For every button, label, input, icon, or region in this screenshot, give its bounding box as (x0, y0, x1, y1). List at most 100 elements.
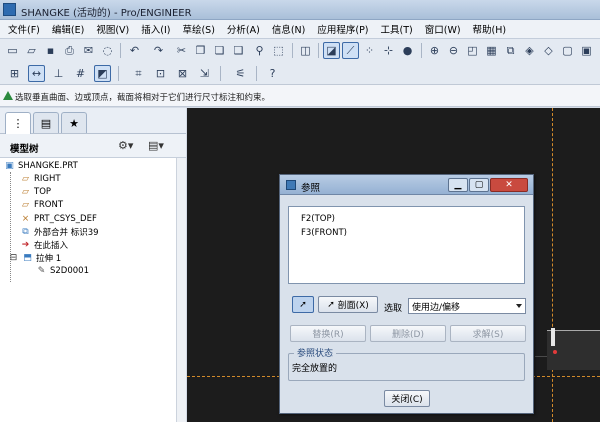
cursor-arrow-icon: ➚ (327, 299, 338, 310)
sketch-point (553, 350, 557, 354)
sketch-references-icon[interactable]: ⌗ (130, 65, 147, 82)
copy-icon[interactable]: ❐ (192, 42, 209, 59)
message-bar: 选取垂直曲面、边或顶点，截面将相对于它们进行尺寸标注和约束。 (0, 85, 600, 107)
tree-item-front[interactable]: ▱ FRONT (20, 199, 63, 211)
open-folder-icon[interactable]: ▱ (23, 42, 40, 59)
menu-edit[interactable]: 编辑(E) (46, 22, 90, 36)
toolbar-separator (220, 66, 221, 81)
reorient-icon[interactable]: ◰ (464, 42, 481, 59)
zoom-out-icon[interactable]: ⊖ (445, 42, 462, 59)
overlap-geometry-icon[interactable]: ⊡ (152, 65, 169, 82)
navigator-panel: ⋮ ▤ ★ 模型树 ⚙▾ ▤▾ ▣ SHANGKE.PRT ▱ RIGHT ▱ … (0, 108, 186, 422)
minimize-button[interactable]: ▁ (448, 178, 468, 192)
menu-tools[interactable]: 工具(T) (375, 22, 419, 36)
delete-button[interactable]: 删除(D) (370, 325, 446, 342)
tree-item-csys[interactable]: ⨯ PRT_CSYS_DEF (20, 213, 97, 225)
close-button[interactable]: 关闭(C) (384, 390, 430, 407)
references-list[interactable]: F2(TOP) F3(FRONT) (288, 206, 525, 284)
reference-status-text: 完全放置的 (292, 364, 338, 374)
menu-file[interactable]: 文件(F) (2, 22, 46, 36)
select-mode-dropdown[interactable]: 使用边/偏移 (408, 298, 526, 314)
layers-icon[interactable]: ⧉ (502, 42, 519, 59)
shaded-closed-loops-icon[interactable]: ⇲ (196, 65, 213, 82)
render-icon[interactable]: ◌ (99, 42, 116, 59)
model-tree-label: 模型树 (10, 144, 39, 155)
solve-button[interactable]: 求解(S) (450, 325, 526, 342)
cut-icon[interactable]: ✂ (173, 42, 190, 59)
highlight-open-ends-icon[interactable]: ⊠ (174, 65, 191, 82)
menu-help[interactable]: 帮助(H) (467, 22, 513, 36)
model-tree-tab-icon[interactable]: ⋮ (5, 112, 31, 134)
menu-view[interactable]: 视图(V) (90, 22, 135, 36)
expand-minus-icon[interactable]: ⊟ (8, 253, 19, 263)
send-mail-icon[interactable]: ✉ (80, 42, 97, 59)
csys-icon: ⨯ (21, 214, 30, 224)
refit-icon[interactable]: ◫ (297, 42, 314, 59)
dialog-title-bar: 参照 ▁ ▢ ✕ (280, 175, 533, 195)
sketch-vertex-marker (551, 328, 555, 346)
paste-special-icon[interactable]: ❑ (230, 42, 247, 59)
menu-applications[interactable]: 应用程序(P) (311, 22, 374, 36)
tree-item-merge[interactable]: ⧉ 外部合并 标识39 (20, 226, 98, 238)
grid-display-icon[interactable]: # (72, 65, 89, 82)
tree-item-insert-here[interactable]: ➔ 在此插入 (20, 239, 68, 251)
insert-here-arrow-icon: ➔ (21, 240, 30, 250)
hidden-line-icon[interactable]: ▣ (578, 42, 595, 59)
constraint-display-icon[interactable]: ⊥ (50, 65, 67, 82)
appearance-icon[interactable]: ◈ (521, 42, 538, 59)
extrude-icon: ⬒ (23, 253, 32, 263)
sketch-setup-icon[interactable]: ⊞ (6, 65, 23, 82)
datum-plane-display-icon[interactable]: ◪ (323, 42, 340, 59)
title-bar: SHANGKE (活动的) - Pro/ENGINEER (0, 0, 600, 20)
tree-item-part[interactable]: ▣ SHANGKE.PRT (4, 160, 78, 172)
context-help-icon[interactable]: ? (264, 65, 281, 82)
menu-sketch[interactable]: 草绘(S) (176, 22, 220, 36)
toolbar-separator (318, 43, 319, 58)
sketch-icon: ✎ (37, 266, 46, 276)
menu-analysis[interactable]: 分析(A) (221, 22, 266, 36)
dialog-icon (286, 180, 296, 190)
menu-insert[interactable]: 插入(I) (135, 22, 176, 36)
reference-item[interactable]: F2(TOP) (301, 214, 335, 224)
maximize-button[interactable]: ▢ (469, 178, 489, 192)
find-icon[interactable]: ⚲ (251, 42, 268, 59)
save-icon[interactable]: ▪ (42, 42, 59, 59)
paste-icon[interactable]: ❏ (211, 42, 228, 59)
toolbar-separator (292, 43, 293, 58)
menu-info[interactable]: 信息(N) (266, 22, 312, 36)
tree-show-icon[interactable]: ▤▾ (148, 139, 164, 152)
tree-settings-icon[interactable]: ⚙▾ (118, 139, 133, 152)
csys-display-icon[interactable]: ⊹ (380, 42, 397, 59)
tree-item-extrude[interactable]: ⊟ ⬒ 拉伸 1 (8, 252, 61, 264)
datum-axis-display-icon[interactable]: ⟋ (342, 42, 359, 59)
saved-views-icon[interactable]: ▦ (483, 42, 500, 59)
folder-browser-tab-icon[interactable]: ▤ (33, 112, 59, 133)
select-arrow-button[interactable]: ➚ (292, 296, 314, 313)
tree-item-sketch[interactable]: ✎ S2D0001 (36, 265, 89, 277)
replace-button[interactable]: 替换(R) (290, 325, 366, 342)
sketch-toolbar: ⊞ ↔ ⊥ # ◩ ⌗ ⊡ ⊠ ⇲ ⚟ ? (0, 62, 600, 85)
datum-point-display-icon[interactable]: ⁘ (361, 42, 378, 59)
selection-box-icon[interactable]: ⬚ (270, 42, 287, 59)
redo-icon[interactable]: ↷ (150, 42, 167, 59)
dialog-title: 参照 (301, 183, 321, 194)
zoom-in-icon[interactable]: ⊕ (426, 42, 443, 59)
section-button[interactable]: ➚ 剖面(X) (318, 296, 378, 313)
tree-item-right[interactable]: ▱ RIGHT (20, 173, 61, 185)
print-icon[interactable]: ⎙ (61, 42, 78, 59)
shading-icon[interactable]: ● (399, 42, 416, 59)
references-dialog: 参照 ▁ ▢ ✕ F2(TOP) F3(FRONT) ➚ ➚ 剖面(X) 选取 … (279, 174, 534, 414)
wireframe-icon[interactable]: ▢ (559, 42, 576, 59)
reference-item[interactable]: F3(FRONT) (301, 228, 347, 238)
new-file-icon[interactable]: ▭ (4, 42, 21, 59)
undo-icon[interactable]: ↶ (126, 42, 143, 59)
model-display-icon[interactable]: ◇ (540, 42, 557, 59)
menu-window[interactable]: 窗口(W) (419, 22, 467, 36)
sketch-diagnostics-icon[interactable]: ⚟ (232, 65, 249, 82)
vertex-display-icon[interactable]: ◩ (94, 65, 111, 82)
close-window-button[interactable]: ✕ (490, 178, 528, 192)
tree-scrollbar[interactable] (176, 158, 186, 422)
favorites-tab-icon[interactable]: ★ (61, 112, 87, 133)
tree-item-top[interactable]: ▱ TOP (20, 186, 51, 198)
dimension-display-icon[interactable]: ↔ (28, 65, 45, 82)
